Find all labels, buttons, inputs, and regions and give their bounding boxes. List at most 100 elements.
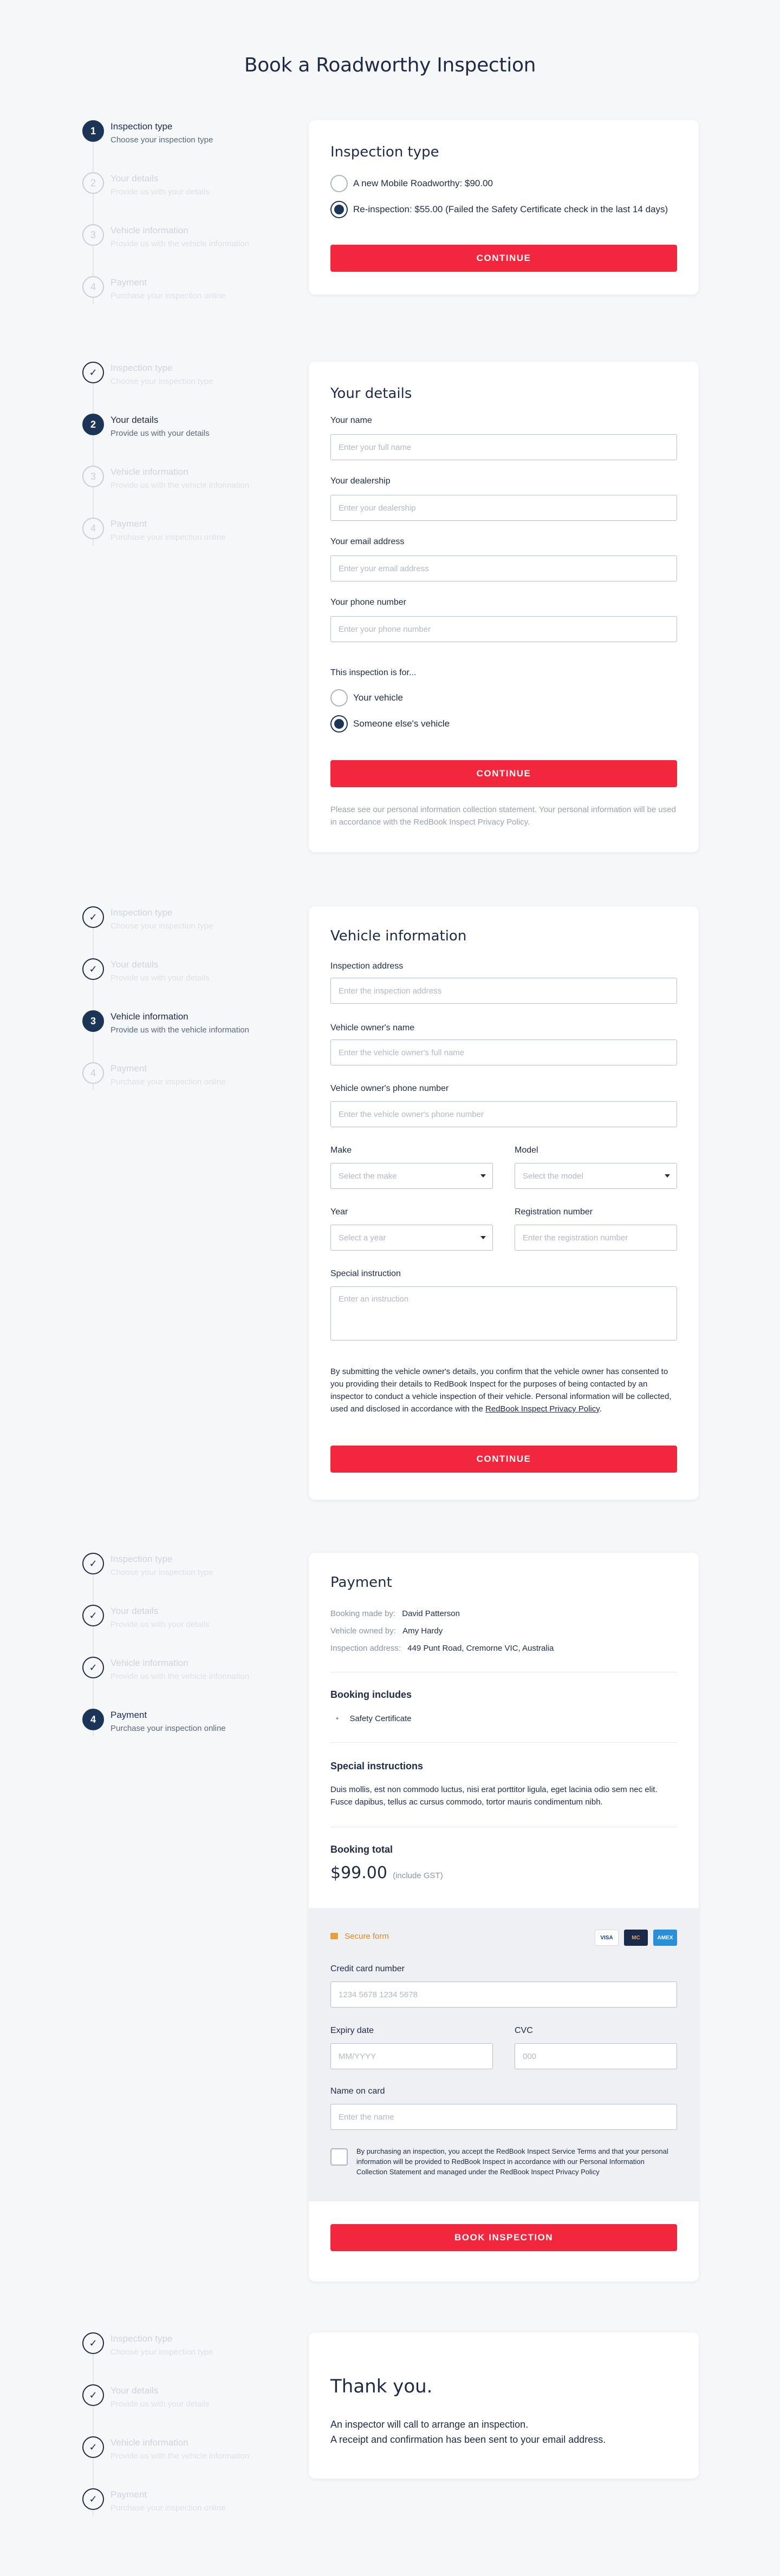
dealership-input[interactable]: Enter your dealership bbox=[330, 495, 677, 521]
step-2: 2 Your details Provide us with your deta… bbox=[82, 414, 277, 446]
chevron-down-icon bbox=[480, 1174, 486, 1178]
step-3: 3 Vehicle information Provide us with th… bbox=[82, 224, 277, 257]
step-1-complete: ✓ Inspection type Choose your inspection… bbox=[82, 1553, 277, 1585]
check-icon: ✓ bbox=[82, 906, 104, 928]
thank-you-heading: Thank you. bbox=[330, 2376, 433, 2397]
radio-button[interactable] bbox=[330, 689, 348, 707]
step-title: Inspection type bbox=[110, 121, 173, 132]
step-title: Payment bbox=[110, 519, 147, 529]
option-re-inspection[interactable]: Re-inspection: $55.00 (Failed the Safety… bbox=[330, 200, 668, 219]
year-select[interactable]: Select a year bbox=[330, 1225, 493, 1251]
terms-checkbox[interactable] bbox=[330, 2148, 348, 2166]
step-subtitle: Provide us with the vehicle information bbox=[110, 481, 249, 490]
step-number: 3 bbox=[82, 224, 104, 246]
privacy-note: Please see our personal information coll… bbox=[330, 805, 676, 827]
step-1-complete: ✓ Inspection type Choose your inspection… bbox=[82, 362, 277, 394]
credit-card-input[interactable]: 1234 5678 1234 5678 bbox=[330, 1982, 677, 2008]
card-title: Vehicle information bbox=[330, 928, 467, 944]
check-icon: ✓ bbox=[82, 2384, 104, 2406]
phone-label: Your phone number bbox=[330, 598, 406, 607]
consent-text: By submitting the vehicle owner's detail… bbox=[330, 1365, 677, 1415]
name-on-card-input[interactable]: Enter the name bbox=[330, 2104, 677, 2130]
step-1-complete: ✓ Inspection type Choose your inspection… bbox=[82, 2332, 277, 2365]
check-icon: ✓ bbox=[82, 1553, 104, 1574]
step-subtitle: Purchase your inspection online bbox=[110, 1077, 226, 1087]
registration-input[interactable]: Enter the registration number bbox=[515, 1225, 677, 1251]
address-label: Inspection address bbox=[330, 962, 404, 971]
year-select-value: Select a year bbox=[339, 1233, 386, 1243]
stepper-section-5: ✓ Inspection type Choose your inspection… bbox=[82, 2332, 277, 2516]
model-label: Model bbox=[515, 1146, 538, 1155]
step-number: 4 bbox=[82, 1062, 104, 1084]
card-brands: VISA MC AMEX bbox=[595, 1930, 677, 1946]
check-icon: ✓ bbox=[82, 2436, 104, 2458]
step-subtitle: Purchase your inspection online bbox=[110, 2503, 226, 2513]
step-subtitle: Choose your inspection type bbox=[110, 135, 213, 145]
instruction-label: Special instruction bbox=[330, 1269, 401, 1278]
continue-button[interactable]: CONTINUE bbox=[330, 245, 677, 272]
check-icon: ✓ bbox=[82, 2488, 104, 2510]
instruction-textarea[interactable]: Enter an instruction bbox=[330, 1286, 677, 1341]
step-subtitle: Choose your inspection type bbox=[110, 1568, 213, 1577]
check-icon: ✓ bbox=[82, 2332, 104, 2354]
step-subtitle: Provide us with your details bbox=[110, 429, 210, 438]
vehicle-information-card: Vehicle information Inspection address E… bbox=[309, 906, 699, 1500]
step-title: Payment bbox=[110, 1063, 147, 1074]
stepper-section-3: ✓ Inspection type Choose your inspection… bbox=[82, 906, 277, 1090]
step-subtitle: Purchase your inspection online bbox=[110, 1724, 226, 1733]
step-number: 4 bbox=[82, 276, 104, 298]
expiry-input[interactable]: MM/YYYY bbox=[330, 2043, 493, 2069]
continue-button[interactable]: CONTINUE bbox=[330, 1446, 677, 1473]
make-select[interactable]: Select the make bbox=[330, 1163, 493, 1189]
includes-item-label: Safety Certificate bbox=[349, 1714, 412, 1723]
step-1-complete: ✓ Inspection type Choose your inspection… bbox=[82, 906, 277, 939]
radio-button[interactable] bbox=[330, 175, 348, 192]
name-on-card-label: Name on card bbox=[330, 2087, 385, 2096]
step-2-complete: ✓ Your details Provide us with your deta… bbox=[82, 958, 277, 991]
step-number: 3 bbox=[82, 466, 104, 487]
radio-button-checked[interactable] bbox=[330, 715, 348, 733]
option-someone-else-vehicle[interactable]: Someone else's vehicle bbox=[330, 715, 450, 733]
continue-button[interactable]: CONTINUE bbox=[330, 760, 677, 787]
make-select-value: Select the make bbox=[339, 1171, 397, 1181]
mastercard-icon: MC bbox=[624, 1930, 648, 1946]
step-subtitle: Provide us with your details bbox=[110, 1620, 210, 1629]
step-subtitle: Provide us with the vehicle information bbox=[110, 1672, 249, 1681]
step-title: Your details bbox=[110, 2385, 159, 2396]
privacy-policy-link[interactable]: RedBook Inspect Privacy Policy bbox=[485, 1404, 600, 1414]
chevron-down-icon bbox=[665, 1174, 670, 1178]
inspection-address-input[interactable]: Enter the inspection address bbox=[330, 978, 677, 1004]
divider bbox=[330, 1742, 677, 1743]
email-input[interactable]: Enter your email address bbox=[330, 555, 677, 581]
model-select[interactable]: Select the model bbox=[515, 1163, 677, 1189]
total-amount: $99.00 bbox=[330, 1864, 387, 1882]
cvc-label: CVC bbox=[515, 2026, 533, 2035]
option-new-roadworthy[interactable]: A new Mobile Roadworthy: $90.00 bbox=[330, 174, 493, 193]
step-subtitle: Choose your inspection type bbox=[110, 2348, 213, 2357]
step-title: Inspection type bbox=[110, 2333, 173, 2344]
radio-label: Someone else's vehicle bbox=[353, 718, 450, 729]
phone-input[interactable]: Enter your phone number bbox=[330, 616, 677, 642]
secure-form-label: Secure form bbox=[330, 1932, 389, 1941]
step-subtitle: Choose your inspection type bbox=[110, 377, 213, 386]
owner-phone-input[interactable]: Enter the vehicle owner's phone number bbox=[330, 1101, 677, 1127]
step-3: 3 Vehicle information Provide us with th… bbox=[82, 466, 277, 498]
consent-end: . bbox=[599, 1404, 602, 1414]
name-input[interactable]: Enter your full name bbox=[330, 434, 677, 460]
radio-button-checked[interactable] bbox=[330, 201, 348, 218]
card-title: Payment bbox=[330, 1574, 392, 1591]
your-details-card: Your details Your name Enter your full n… bbox=[309, 362, 699, 852]
email-label: Your email address bbox=[330, 537, 405, 546]
owner-name-input[interactable]: Enter the vehicle owner's full name bbox=[330, 1039, 677, 1065]
vehicle-owned-by: Vehicle owned by: Amy Hardy bbox=[330, 1626, 443, 1636]
option-your-vehicle[interactable]: Your vehicle bbox=[330, 689, 403, 707]
book-inspection-button[interactable]: BOOK INSPECTION bbox=[330, 2224, 677, 2251]
chevron-down-icon bbox=[480, 1236, 486, 1239]
meta-value: Amy Hardy bbox=[402, 1626, 443, 1636]
cvc-input[interactable]: 000 bbox=[515, 2043, 677, 2069]
step-title: Vehicle information bbox=[110, 467, 188, 477]
meta-key: Vehicle owned by: bbox=[330, 1626, 396, 1636]
total-note: (include GST) bbox=[393, 1871, 443, 1880]
step-title: Inspection type bbox=[110, 1554, 173, 1564]
step-3-complete: ✓ Vehicle information Provide us with th… bbox=[82, 1657, 277, 1689]
